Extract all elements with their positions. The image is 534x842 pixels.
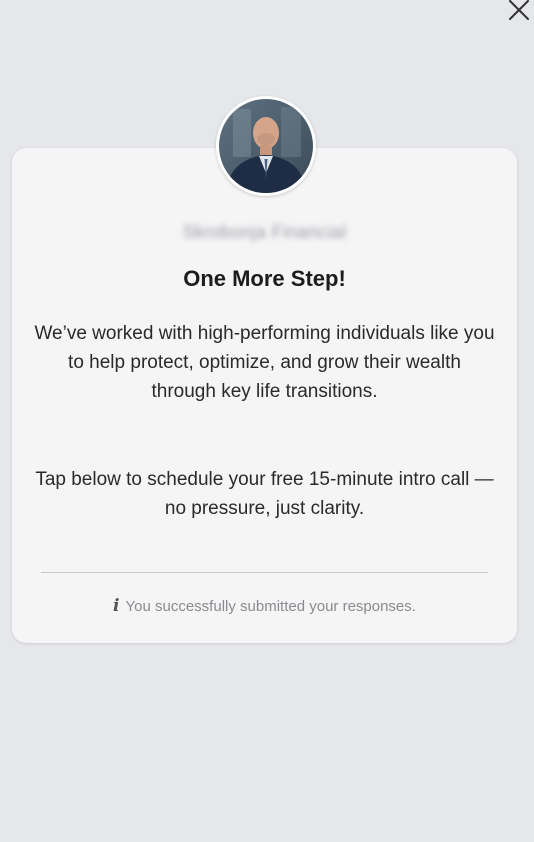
close-icon — [509, 0, 529, 20]
card-title: One More Step! — [183, 266, 346, 291]
business-name: Skrobonja Financial — [182, 222, 347, 242]
close-button[interactable] — [502, 0, 532, 22]
status-text: You successfully submitted your response… — [125, 598, 416, 615]
info-icon: i — [113, 596, 120, 616]
status-message: i You successfully submitted your respons… — [12, 596, 517, 616]
advisor-avatar — [216, 96, 316, 196]
intro-paragraph: We’ve worked with high-performing indivi… — [34, 323, 495, 402]
confirmation-card: Skrobonja Financial One More Step! We’ve… — [12, 148, 517, 643]
cta-paragraph: Tap below to schedule your free 15-minut… — [35, 469, 494, 519]
divider — [41, 572, 488, 573]
